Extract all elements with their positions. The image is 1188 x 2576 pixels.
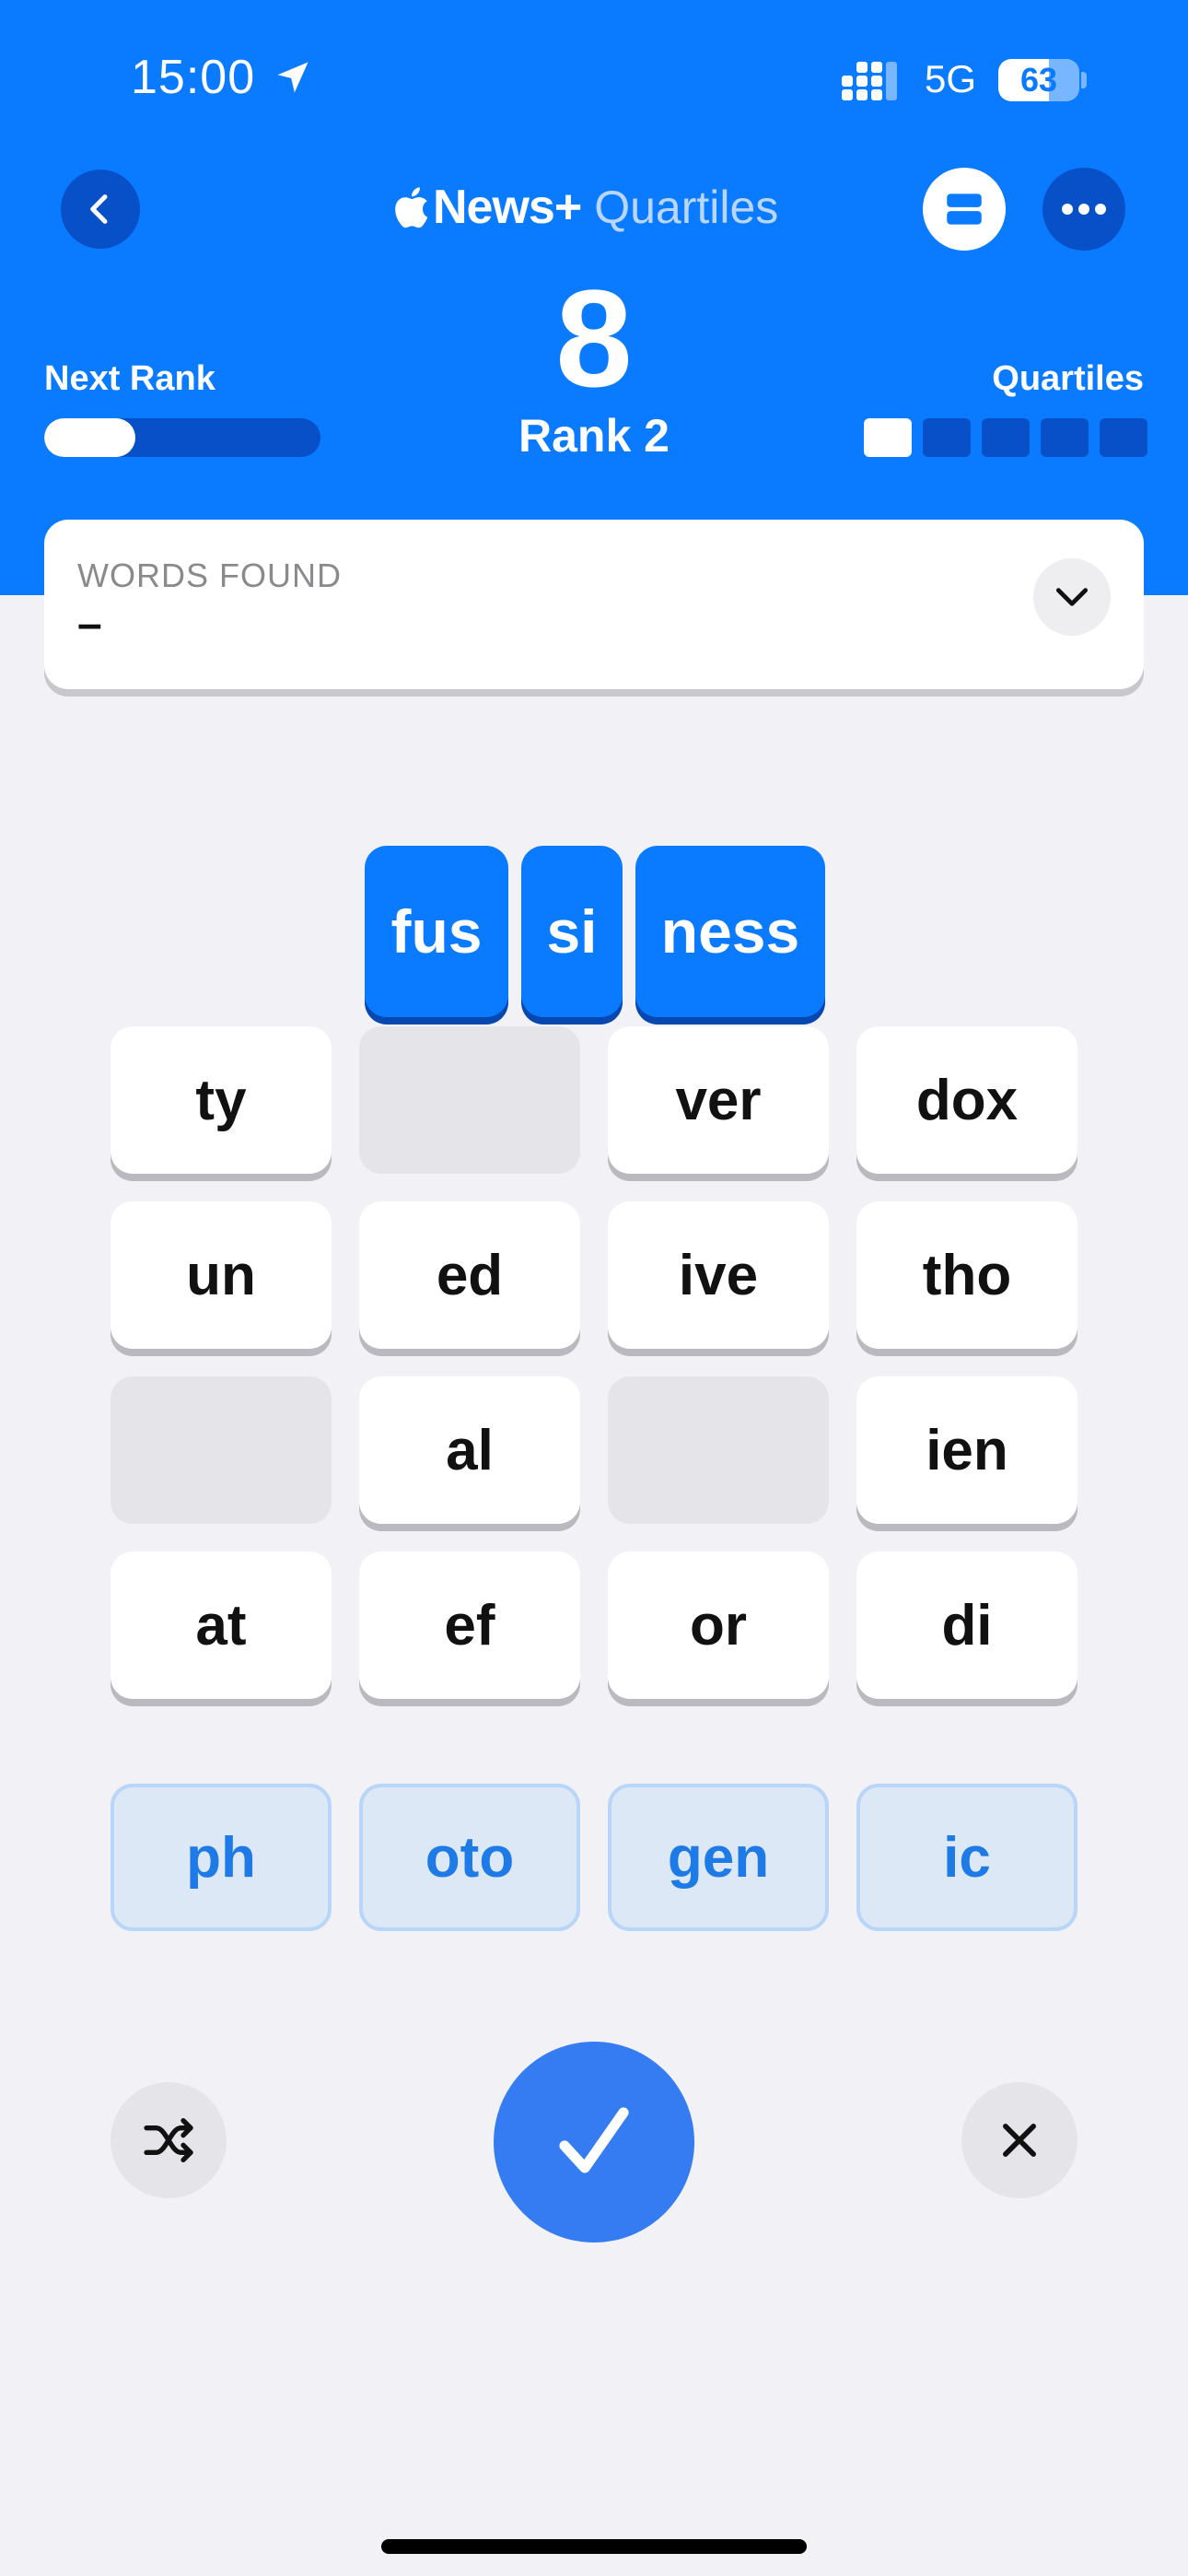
chevron-left-icon	[90, 194, 108, 224]
empty-tile-slot	[111, 1376, 332, 1524]
game-name: Quartiles	[594, 181, 779, 233]
quartile-progress-box	[982, 418, 1030, 457]
clear-button[interactable]	[961, 2082, 1077, 2198]
selected-tile[interactable]: fus	[365, 846, 508, 1017]
battery-nub	[1081, 72, 1087, 88]
found-quartile-tile[interactable]: gen	[608, 1784, 829, 1931]
cards-icon	[947, 193, 982, 225]
quartile-progress-box	[923, 418, 971, 457]
ellipsis-icon	[1062, 204, 1106, 215]
words-found-label: WORDS FOUND	[77, 556, 342, 594]
battery-percent: 63	[1019, 61, 1058, 99]
letter-tile[interactable]: at	[111, 1551, 332, 1699]
shuffle-icon	[144, 2118, 193, 2162]
submit-button[interactable]	[494, 2042, 694, 2242]
selected-tile[interactable]: si	[521, 846, 623, 1017]
quartile-progress-box	[1041, 418, 1089, 457]
signal-icon	[842, 62, 897, 100]
letter-tile[interactable]: ty	[111, 1026, 332, 1174]
expand-words-button[interactable]	[1033, 558, 1111, 636]
home-indicator	[381, 2539, 807, 2554]
empty-tile-slot	[359, 1026, 580, 1174]
checkmark-icon	[559, 2107, 629, 2173]
letter-tile[interactable]: dox	[856, 1026, 1077, 1174]
network-label: 5G	[925, 57, 977, 100]
brand-title: News+ Quartiles	[392, 175, 778, 240]
found-quartile-row: ph oto gen ic	[111, 1784, 1077, 1931]
words-found-value: –	[77, 600, 102, 649]
words-found-panel[interactable]: WORDS FOUND –	[44, 520, 1144, 689]
quartile-progress-box	[1100, 418, 1147, 457]
found-quartile-tile[interactable]: ph	[111, 1784, 332, 1931]
letter-tile[interactable]: un	[111, 1201, 332, 1349]
letter-tile[interactable]: tho	[856, 1201, 1077, 1349]
letter-tile[interactable]: or	[608, 1551, 829, 1699]
quartiles-label: Quartiles	[992, 359, 1144, 398]
found-quartile-tile[interactable]: oto	[359, 1784, 580, 1931]
status-time: 15:00	[131, 51, 256, 104]
letter-tile[interactable]: ver	[608, 1026, 829, 1174]
found-quartile-tile[interactable]: ic	[856, 1784, 1077, 1931]
selected-tile[interactable]: ness	[635, 846, 825, 1017]
shuffle-button[interactable]	[111, 2082, 227, 2198]
letter-tile[interactable]: ive	[608, 1201, 829, 1349]
letter-tile[interactable]: ef	[359, 1551, 580, 1699]
tile-grid: ty ver dox un ed ive tho al ien at ef or di	[111, 1026, 1077, 1699]
quartile-progress-box	[864, 418, 912, 457]
letter-tile[interactable]: ien	[856, 1376, 1077, 1524]
back-button[interactable]	[61, 170, 140, 249]
letter-tile[interactable]: al	[359, 1376, 580, 1524]
close-icon	[1003, 2124, 1036, 2157]
empty-tile-slot	[608, 1376, 829, 1524]
battery-indicator: 63	[998, 59, 1079, 101]
letter-tile[interactable]: ed	[359, 1201, 580, 1349]
apple-logo-icon	[395, 187, 428, 228]
more-button[interactable]	[1042, 168, 1125, 251]
chevron-down-icon	[1055, 588, 1089, 606]
selected-tiles: fus si ness	[365, 846, 825, 1017]
letter-tile[interactable]: di	[856, 1551, 1077, 1699]
quartiles-progress	[864, 418, 1147, 457]
cards-button[interactable]	[923, 168, 1006, 251]
location-arrow-icon	[277, 62, 309, 93]
brand-name: News+	[433, 181, 582, 234]
